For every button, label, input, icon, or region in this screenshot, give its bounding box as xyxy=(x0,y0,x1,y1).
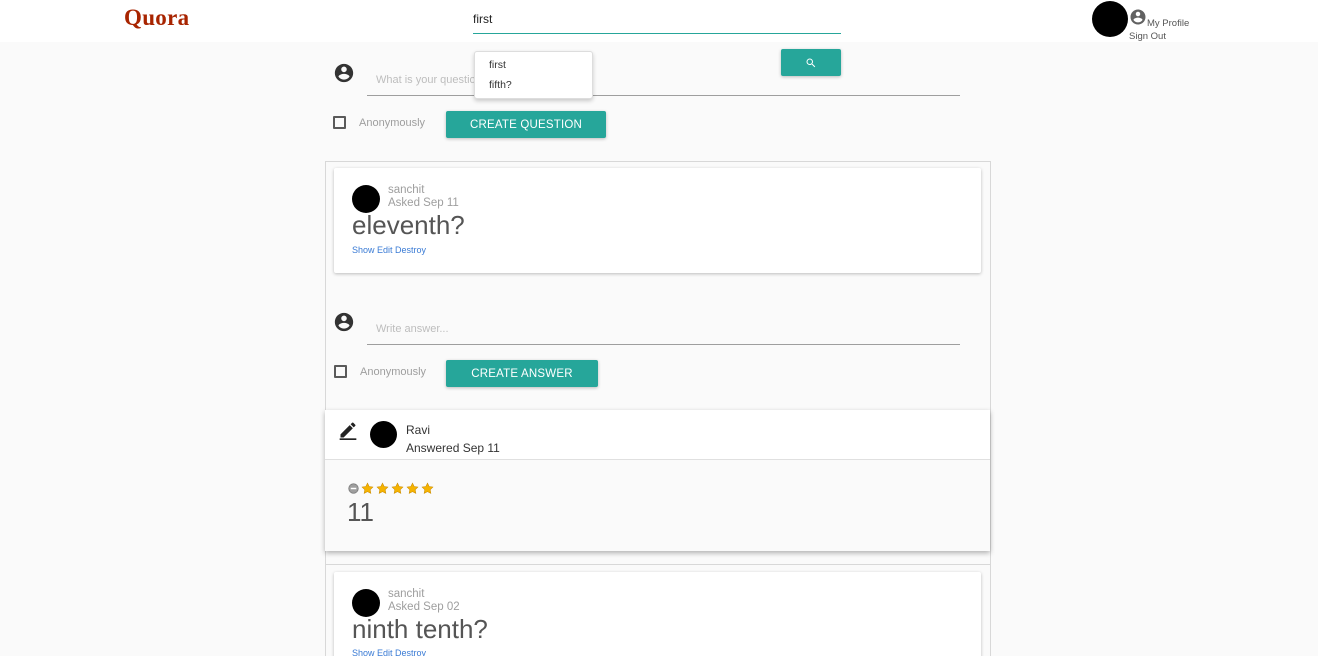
answer-date: Answered Sep 11 xyxy=(406,441,500,455)
anonymous-question-label: Anonymously xyxy=(359,117,426,129)
avatar xyxy=(370,421,397,448)
divider xyxy=(325,564,991,565)
star-icon[interactable] xyxy=(376,482,389,495)
search-input[interactable] xyxy=(473,4,841,34)
question-title[interactable]: eleventh? xyxy=(352,210,465,241)
create-question-button[interactable]: CREATE QUESTION xyxy=(446,111,606,138)
avatar xyxy=(352,589,380,617)
star-rating[interactable] xyxy=(348,482,434,495)
star-icon[interactable] xyxy=(421,482,434,495)
anonymous-answer-label: Anonymously xyxy=(360,366,427,378)
question-author: sanchit xyxy=(388,588,425,600)
anonymous-question-checkbox[interactable] xyxy=(333,116,346,129)
question-input[interactable] xyxy=(367,65,960,96)
quora-logo[interactable]: Quora xyxy=(124,5,189,31)
account-circle-icon xyxy=(334,312,354,332)
autocomplete-option[interactable]: fifth? xyxy=(489,79,512,91)
answer-input[interactable] xyxy=(367,314,960,345)
user-avatar[interactable] xyxy=(1092,1,1128,37)
avatar xyxy=(352,185,380,213)
anonymous-answer-checkbox[interactable] xyxy=(334,365,347,378)
question-author: sanchit xyxy=(388,184,425,196)
answer-author: Ravi xyxy=(406,423,431,437)
star-icon[interactable] xyxy=(391,482,404,495)
question-actions[interactable]: Show Edit Destroy xyxy=(352,245,426,255)
my-profile-link[interactable]: My Profile xyxy=(1147,18,1189,29)
star-icon[interactable] xyxy=(361,482,374,495)
answer-body: 11 xyxy=(347,497,374,527)
question-card: sanchit Asked Sep 11 eleventh? Show Edit… xyxy=(334,168,981,273)
account-circle-icon xyxy=(1130,9,1146,25)
account-circle-icon xyxy=(334,63,354,83)
search-autocomplete-dropdown: first fifth? xyxy=(474,51,593,99)
top-navbar: Quora My Profile Sign Out xyxy=(0,0,1318,42)
create-answer-button[interactable]: CREATE ANSWER xyxy=(446,360,598,387)
question-date: Asked Sep 11 xyxy=(388,197,459,209)
question-title[interactable]: ninth tenth? xyxy=(352,614,488,645)
question-date: Asked Sep 02 xyxy=(388,601,460,613)
answer-header: Ravi Answered Sep 11 xyxy=(325,410,990,460)
star-icon[interactable] xyxy=(406,482,419,495)
cancel-rating-icon[interactable] xyxy=(348,483,359,494)
question-card: sanchit Asked Sep 02 ninth tenth? Show E… xyxy=(334,572,981,656)
sign-out-link[interactable]: Sign Out xyxy=(1129,31,1166,42)
edit-pencil-icon[interactable] xyxy=(338,420,358,440)
question-actions[interactable]: Show Edit Destroy xyxy=(352,648,426,656)
answer-card: Ravi Answered Sep 11 11 xyxy=(325,410,990,551)
autocomplete-option[interactable]: first xyxy=(489,59,506,71)
